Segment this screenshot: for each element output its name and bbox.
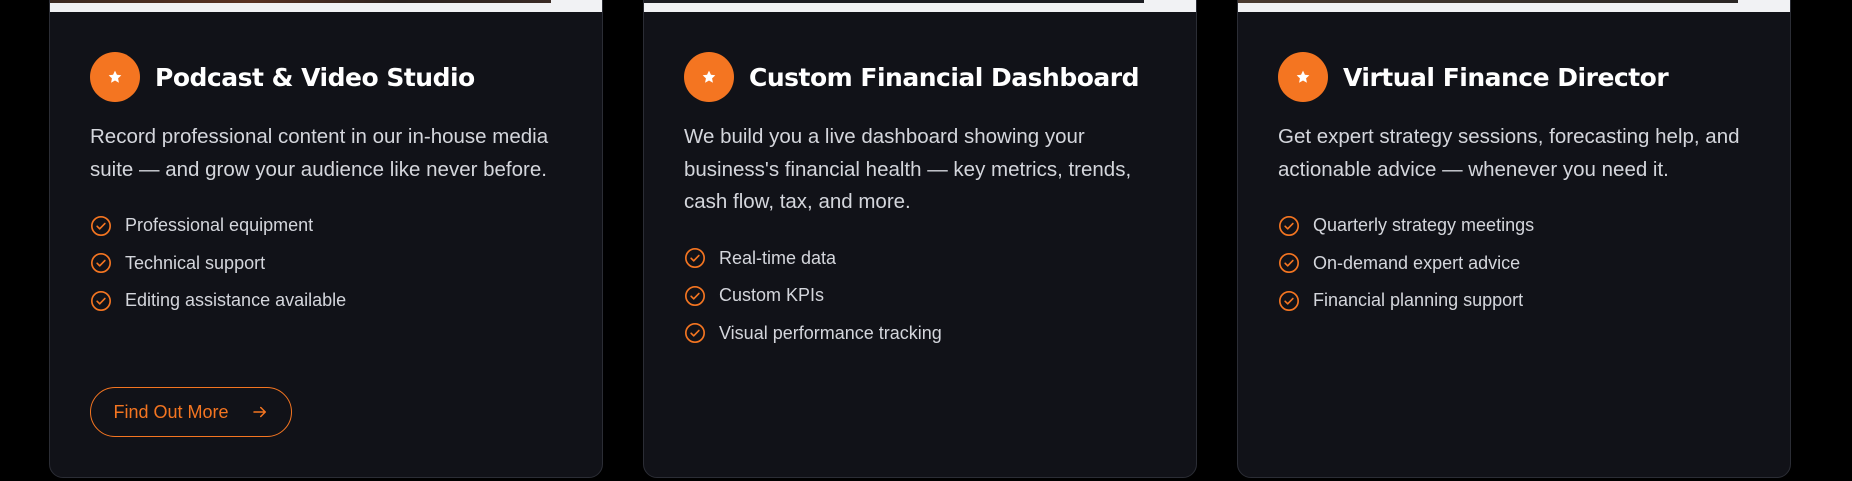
feature-label: Quarterly strategy meetings [1313, 215, 1535, 236]
star-icon [684, 52, 734, 102]
feature-label: On-demand expert advice [1313, 252, 1521, 273]
feature-label: Professional equipment [125, 215, 314, 236]
check-circle-icon [685, 323, 705, 344]
check-circle-icon [1279, 215, 1299, 236]
card-description: Get expert strategy sessions, forecastin… [1278, 125, 1740, 181]
card-header: Custom Financial Dashboard [684, 52, 1166, 102]
service-card-dashboard: Custom Financial Dashboard We build you … [643, 0, 1197, 478]
feature-item: Professional equipment [90, 207, 572, 245]
check-circle-icon [685, 248, 705, 269]
feature-item: On-demand expert advice [1278, 245, 1760, 283]
card-image [1238, 0, 1790, 12]
check-circle-icon [91, 215, 111, 236]
card-description: Record professional content in our in-ho… [90, 125, 549, 181]
feature-label: Editing assistance available [125, 290, 347, 311]
feature-item: Financial planning support [1278, 282, 1760, 320]
star-icon [90, 52, 140, 102]
feature-list: Real-time data Custom KPIs Visual perfor… [684, 240, 1166, 353]
card-image [50, 0, 602, 12]
card-header: Podcast & Video Studio [90, 52, 572, 102]
card-title: Podcast & Video Studio [155, 62, 475, 92]
check-circle-icon [1279, 290, 1299, 311]
feature-label: Visual performance tracking [719, 322, 942, 343]
card-content: Virtual Finance Director Get expert stra… [1278, 52, 1760, 320]
card-header: Virtual Finance Director [1278, 52, 1760, 102]
check-circle-icon [91, 290, 111, 311]
card-content: Custom Financial Dashboard We build you … [684, 52, 1166, 352]
feature-item: Technical support [90, 245, 572, 283]
feature-label: Custom KPIs [719, 285, 825, 306]
check-circle-icon [91, 253, 111, 274]
feature-label: Financial planning support [1313, 290, 1524, 311]
card-description: We build you a live dashboard showing yo… [684, 125, 1132, 213]
service-card-finance-director: Virtual Finance Director Get expert stra… [1237, 0, 1791, 478]
card-image [644, 0, 1196, 12]
feature-list: Professional equipment Technical support… [90, 207, 572, 320]
services-section: Podcast & Video Studio Record profession… [0, 0, 1852, 481]
service-card-podcast: Podcast & Video Studio Record profession… [49, 0, 603, 478]
find-out-more-button[interactable]: Find Out More [90, 387, 292, 437]
card-title: Custom Financial Dashboard [749, 62, 1140, 92]
check-circle-icon [1279, 253, 1299, 274]
arrow-right-icon [252, 406, 266, 418]
feature-item: Editing assistance available [90, 282, 572, 320]
feature-item: Quarterly strategy meetings [1278, 207, 1760, 245]
feature-item: Visual performance tracking [684, 315, 1166, 353]
check-circle-icon [685, 285, 705, 306]
feature-item: Real-time data [684, 240, 1166, 278]
cta-label: Find Out More [113, 401, 229, 422]
feature-list: Quarterly strategy meetings On-demand ex… [1278, 207, 1760, 320]
card-content: Podcast & Video Studio Record profession… [90, 52, 572, 320]
star-icon [1278, 52, 1328, 102]
feature-item: Custom KPIs [684, 277, 1166, 315]
feature-label: Technical support [125, 252, 266, 273]
card-title: Virtual Finance Director [1343, 62, 1669, 92]
feature-label: Real-time data [719, 247, 837, 268]
